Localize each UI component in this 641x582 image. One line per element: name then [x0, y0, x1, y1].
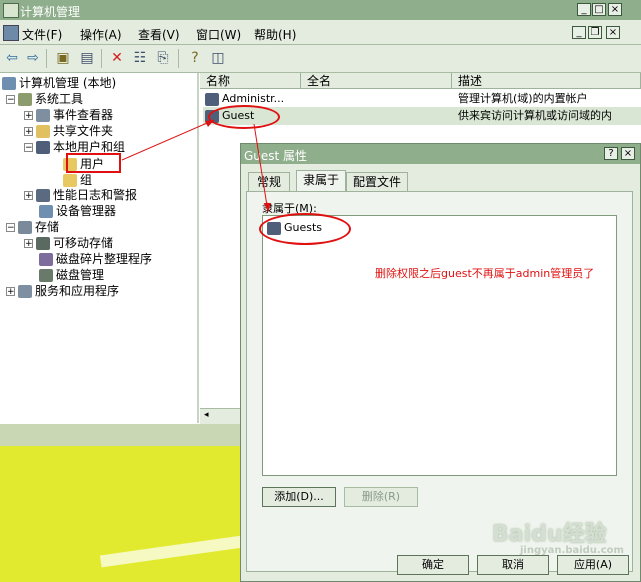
- user-icon: [205, 92, 219, 106]
- performance-icon: [36, 189, 50, 202]
- tree-item-event-viewer[interactable]: + 事件查看器: [24, 107, 113, 123]
- minimize-button[interactable]: _: [577, 3, 591, 16]
- removable-storage-icon: [36, 237, 50, 250]
- tree-item-storage[interactable]: − 存储: [6, 219, 59, 235]
- expand-icon[interactable]: +: [24, 239, 33, 249]
- menu-action[interactable]: 操作(A): [80, 26, 122, 43]
- highlight-guest-row: [208, 105, 280, 129]
- menu-file[interactable]: 文件(F): [22, 26, 62, 43]
- toolbar-separator: [178, 49, 179, 68]
- shared-folder-icon: [36, 125, 50, 138]
- services-icon: [18, 285, 32, 298]
- device-manager-icon: [39, 205, 53, 218]
- child-close-button[interactable]: ×: [606, 26, 620, 39]
- dialog-title: Guest 属性: [244, 149, 308, 163]
- scroll-left-icon[interactable]: ◂: [204, 410, 209, 420]
- menu-help[interactable]: 帮助(H): [254, 26, 296, 43]
- child-minimize-button[interactable]: _: [572, 26, 586, 39]
- show-tree-icon[interactable]: ▤: [78, 49, 96, 67]
- computer-management-icon: [3, 3, 19, 18]
- remove-button[interactable]: 删除(R): [344, 487, 418, 507]
- tree-item-device-manager[interactable]: 设备管理器: [36, 203, 116, 219]
- toolbar-separator: [101, 49, 102, 68]
- expand-icon[interactable]: +: [24, 191, 33, 201]
- child-restore-button[interactable]: ❐: [588, 26, 602, 39]
- add-button[interactable]: 添加(D)...: [262, 487, 336, 507]
- watermark-url: jingyan.baidu.com: [520, 545, 624, 556]
- tab-member-of[interactable]: 隶属于: [296, 170, 346, 193]
- watermark-brand: Baidu经验: [492, 522, 607, 547]
- toolbar-separator: [46, 49, 47, 68]
- toolbar: [0, 45, 641, 73]
- disk-management-icon: [39, 269, 53, 282]
- tree-item-system-tools[interactable]: − 系统工具: [6, 91, 83, 107]
- annotation-note: 删除权限之后guest不再属于admin管理员了: [375, 267, 595, 280]
- back-icon[interactable]: ⇦: [3, 49, 21, 67]
- window-title: 计算机管理: [20, 5, 81, 19]
- column-header-description[interactable]: 描述: [452, 73, 641, 89]
- collapse-icon[interactable]: −: [24, 143, 33, 153]
- help-icon[interactable]: ?: [186, 49, 204, 67]
- ok-button[interactable]: 确定: [397, 555, 469, 575]
- tree-item-services-applications[interactable]: + 服务和应用程序: [6, 283, 119, 299]
- tree-item-groups[interactable]: 组: [60, 172, 92, 188]
- dialog-help-button[interactable]: ?: [604, 147, 618, 160]
- window-titlebar[interactable]: [0, 0, 641, 20]
- computer-icon: [2, 77, 16, 90]
- apply-button[interactable]: 应用(A): [557, 555, 629, 575]
- dialog-close-button[interactable]: ×: [621, 147, 635, 160]
- restore-button[interactable]: □: [592, 3, 606, 16]
- list-cell-description: 供来宾访问计算机或访问域的内: [458, 109, 612, 122]
- column-header-fullname[interactable]: 全名: [301, 73, 452, 89]
- tree-item-removable-storage[interactable]: + 可移动存储: [24, 235, 113, 251]
- tree-item-disk-management[interactable]: 磁盘管理: [36, 267, 104, 283]
- event-viewer-icon: [36, 109, 50, 122]
- up-folder-icon[interactable]: ▣: [54, 49, 72, 67]
- highlight-guests-group: [259, 213, 351, 245]
- storage-icon: [18, 221, 32, 234]
- export-list-icon[interactable]: ⎘: [154, 49, 172, 67]
- delete-icon[interactable]: ✕: [108, 49, 126, 67]
- close-button[interactable]: ×: [608, 3, 622, 16]
- tools-icon: [18, 93, 32, 106]
- defrag-icon: [39, 253, 53, 266]
- collapse-icon[interactable]: −: [6, 95, 15, 105]
- column-header-name[interactable]: 名称: [200, 73, 301, 89]
- cancel-button[interactable]: 取消: [477, 555, 549, 575]
- tree-item-shared-folders[interactable]: + 共享文件夹: [24, 123, 113, 139]
- properties-icon[interactable]: ☷: [131, 49, 149, 67]
- expand-icon[interactable]: +: [6, 287, 15, 297]
- expand-icon[interactable]: +: [24, 111, 33, 121]
- list-cell-description: 管理计算机(域)的内置帐户: [458, 92, 588, 105]
- menu-view[interactable]: 查看(V): [138, 26, 180, 43]
- tree-item-defragmenter[interactable]: 磁盘碎片整理程序: [36, 251, 152, 267]
- system-menu-icon[interactable]: [3, 25, 19, 41]
- tree-item-performance-logs[interactable]: + 性能日志和警报: [24, 187, 137, 203]
- show-action-pane-icon[interactable]: ◫: [209, 49, 227, 67]
- folder-icon: [63, 174, 77, 187]
- menu-window[interactable]: 窗口(W): [196, 26, 241, 43]
- tab-general[interactable]: 常规: [248, 172, 290, 192]
- collapse-icon[interactable]: −: [6, 223, 15, 233]
- forward-icon[interactable]: ⇨: [24, 49, 42, 67]
- users-groups-icon: [36, 141, 50, 154]
- member-of-list[interactable]: [262, 215, 617, 476]
- tab-profile[interactable]: 配置文件: [346, 172, 408, 192]
- highlight-users-node: [66, 153, 121, 173]
- tree-item-computer-management[interactable]: 计算机管理 (本地): [2, 75, 116, 91]
- expand-icon[interactable]: +: [24, 127, 33, 137]
